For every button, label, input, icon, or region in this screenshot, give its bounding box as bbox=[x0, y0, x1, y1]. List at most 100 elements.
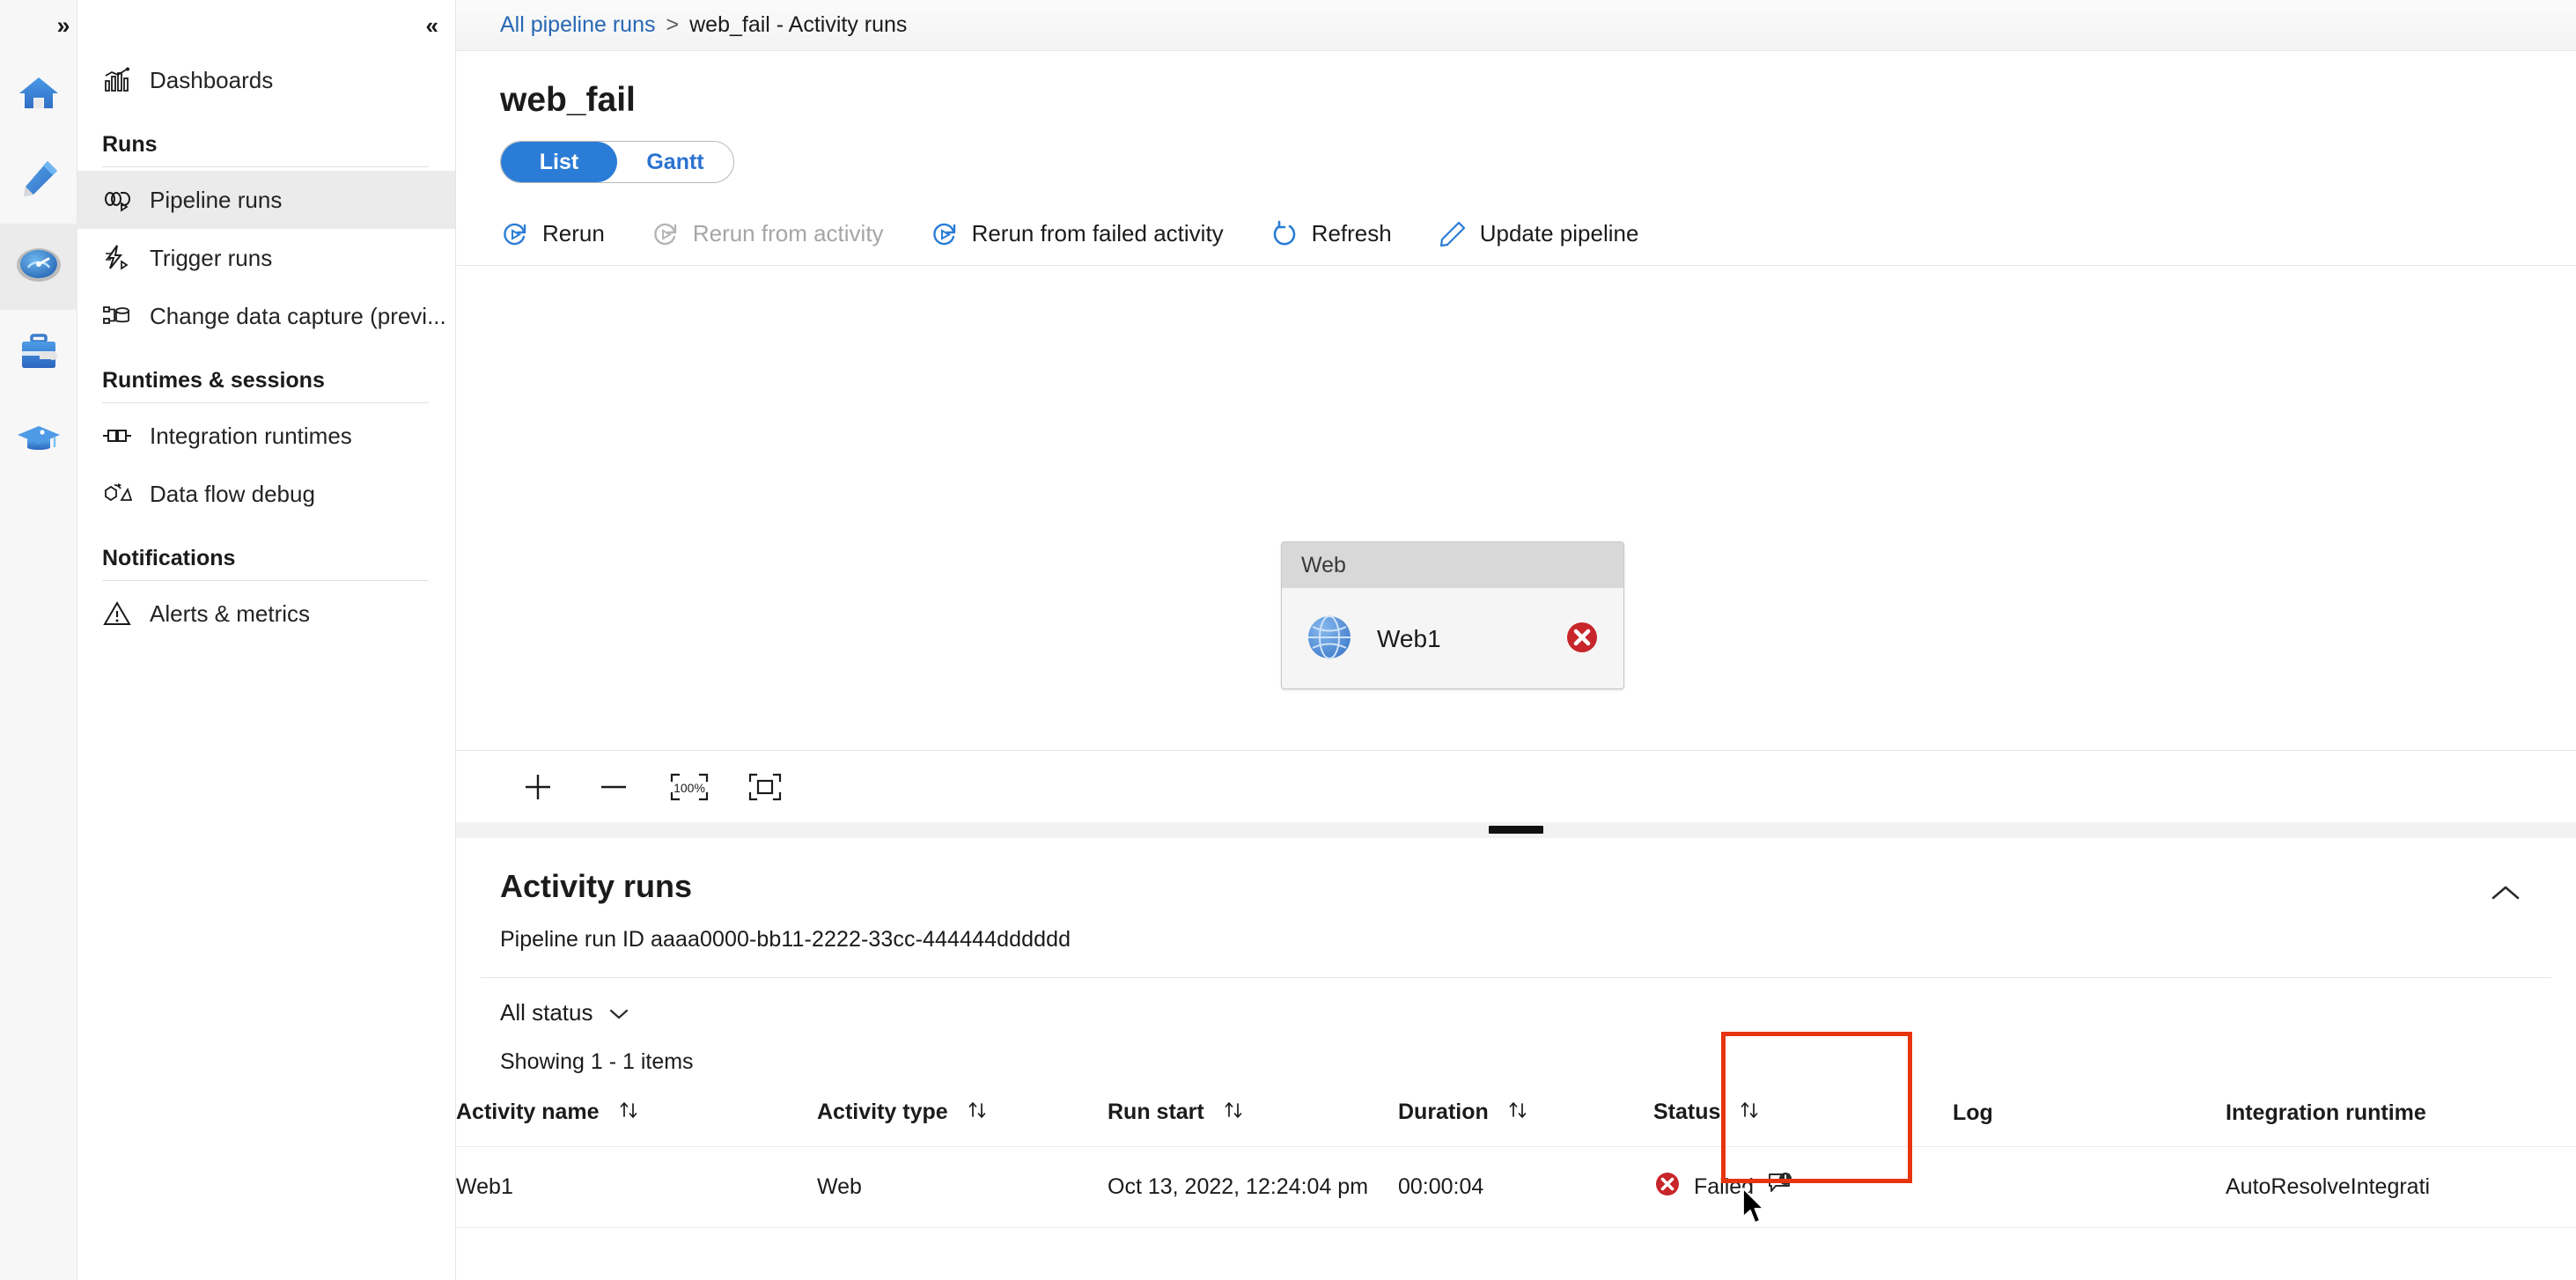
sort-icon bbox=[618, 1100, 641, 1127]
zoom-out-button[interactable] bbox=[576, 751, 651, 822]
rerun-from-activity-icon bbox=[651, 219, 681, 249]
rerun-button[interactable]: Rerun bbox=[500, 202, 628, 265]
node-name-label: Web1 bbox=[1377, 625, 1441, 652]
failed-error-icon[interactable] bbox=[1564, 619, 1601, 660]
sidebar-item-label: Pipeline runs bbox=[150, 186, 283, 213]
breadcrumb-separator-icon: > bbox=[666, 12, 680, 37]
column-label: Log bbox=[1953, 1100, 1993, 1125]
sidebar-item-change-data-capture[interactable]: Change data capture (previ... bbox=[77, 287, 455, 345]
sidebar-item-pipeline-runs[interactable]: Pipeline runs bbox=[77, 171, 455, 229]
gauge-icon bbox=[15, 241, 63, 293]
cell-run-start: Oct 13, 2022, 12:24:04 pm bbox=[1108, 1146, 1398, 1228]
rerun-icon bbox=[500, 219, 530, 249]
rail-item-manage[interactable] bbox=[0, 310, 77, 396]
breadcrumb-all-pipeline-runs-link[interactable]: All pipeline runs bbox=[500, 12, 656, 38]
column-header-duration[interactable]: Duration bbox=[1398, 1091, 1653, 1147]
activity-runs-panel: Activity runs Pipeline run ID aaaa0000-b… bbox=[456, 838, 2576, 1280]
column-label: Status bbox=[1653, 1100, 1721, 1124]
activity-node-web1[interactable]: Web Web1 bbox=[1281, 541, 1624, 689]
alert-triangle-icon bbox=[102, 599, 132, 629]
sidebar-group-title-runs: Runs bbox=[102, 132, 158, 157]
sidebar-item-label: Data flow debug bbox=[150, 480, 315, 507]
rail-item-learn[interactable] bbox=[0, 396, 77, 482]
error-bubble-icon[interactable] bbox=[1766, 1171, 1794, 1203]
dashboards-chart-icon bbox=[102, 65, 132, 95]
sort-icon bbox=[1507, 1100, 1530, 1127]
activity-runs-table: Activity name Activity type Run start Du… bbox=[456, 1091, 2576, 1228]
sidebar-collapse-button[interactable]: « bbox=[77, 0, 455, 51]
cell-activity-type: Web bbox=[817, 1146, 1108, 1228]
sidebar-item-label: Change data capture (previ... bbox=[150, 302, 446, 329]
refresh-button[interactable]: Refresh bbox=[1247, 202, 1415, 265]
toolbox-icon bbox=[16, 328, 62, 379]
edit-pencil-icon bbox=[1438, 219, 1468, 249]
sort-icon bbox=[1223, 1100, 1246, 1127]
rerun-from-activity-label: Rerun from activity bbox=[692, 220, 884, 246]
tab-list[interactable]: List bbox=[501, 142, 617, 182]
data-flow-debug-icon bbox=[102, 479, 132, 509]
pipeline-run-id-value: aaaa0000-bb11-2222-33cc-444444dddddd bbox=[650, 927, 1071, 952]
update-pipeline-button[interactable]: Update pipeline bbox=[1415, 202, 1662, 265]
rerun-from-activity-button: Rerun from activity bbox=[628, 202, 907, 265]
column-label: Run start bbox=[1108, 1100, 1204, 1124]
pipeline-run-id: Pipeline run ID aaaa0000-bb11-2222-33cc-… bbox=[456, 908, 2576, 953]
sidebar-item-data-flow-debug[interactable]: Data flow debug bbox=[77, 465, 455, 523]
column-label: Activity type bbox=[817, 1100, 948, 1124]
column-header-run-start[interactable]: Run start bbox=[1108, 1091, 1398, 1147]
rail-expand-button[interactable]: » bbox=[0, 0, 77, 51]
zoom-level-text: 100% bbox=[673, 781, 705, 795]
section-divider bbox=[481, 977, 2551, 978]
sidebar-divider bbox=[102, 166, 429, 167]
sidebar-group-title-runtimes: Runtimes & sessions bbox=[102, 368, 325, 393]
column-header-activity-name[interactable]: Activity name bbox=[456, 1091, 817, 1147]
sidebar-item-label: Alerts & metrics bbox=[150, 600, 311, 627]
sidebar-item-integration-runtimes[interactable]: Integration runtimes bbox=[77, 407, 455, 465]
tab-gantt[interactable]: Gantt bbox=[617, 142, 733, 182]
showing-count: Showing 1 - 1 items bbox=[500, 1049, 694, 1074]
column-header-activity-type[interactable]: Activity type bbox=[817, 1091, 1108, 1147]
rerun-from-failed-activity-icon bbox=[930, 219, 960, 249]
cell-status: Failed bbox=[1653, 1146, 1953, 1228]
failed-error-icon bbox=[1653, 1170, 1682, 1204]
sidebar-item-trigger-runs[interactable]: Trigger runs bbox=[77, 229, 455, 287]
status-filter-dropdown[interactable]: All status bbox=[500, 999, 630, 1026]
sidebar-item-label: Integration runtimes bbox=[150, 422, 352, 449]
fit-to-screen-button[interactable] bbox=[727, 751, 803, 822]
app-root: » « Dashboards Runs Pipeline runs Trigge… bbox=[0, 0, 2576, 1280]
table-row[interactable]: Web1 Web Oct 13, 2022, 12:24:04 pm 00:00… bbox=[456, 1146, 2576, 1228]
table-header-row: Activity name Activity type Run start Du… bbox=[456, 1091, 2576, 1147]
activity-runs-header: Activity runs bbox=[456, 838, 2576, 908]
column-label: Integration runtime bbox=[2226, 1100, 2426, 1125]
rerun-from-failed-activity-label: Rerun from failed activity bbox=[971, 220, 1224, 246]
sidebar-divider bbox=[102, 402, 429, 403]
node-body: Web1 bbox=[1282, 588, 1623, 688]
node-type-label: Web bbox=[1282, 542, 1623, 588]
zoom-in-button[interactable] bbox=[500, 751, 576, 822]
breadcrumb: All pipeline runs > web_fail - Activity … bbox=[456, 0, 2576, 51]
cell-integration-runtime: AutoResolveIntegrati bbox=[2226, 1146, 2576, 1228]
rail-item-home[interactable] bbox=[0, 51, 77, 137]
refresh-label: Refresh bbox=[1311, 220, 1392, 246]
page-title: web_fail bbox=[500, 81, 636, 119]
sidebar-group-title-notifications: Notifications bbox=[102, 546, 236, 570]
sidebar: « Dashboards Runs Pipeline runs Trigger … bbox=[77, 0, 456, 1280]
update-pipeline-label: Update pipeline bbox=[1479, 220, 1639, 246]
column-header-status[interactable]: Status bbox=[1653, 1091, 1953, 1147]
sidebar-item-alerts-and-metrics[interactable]: Alerts & metrics bbox=[77, 585, 455, 643]
sidebar-item-dashboards[interactable]: Dashboards bbox=[77, 51, 455, 109]
chevron-up-icon[interactable] bbox=[2490, 868, 2521, 908]
lightning-bolt-icon bbox=[102, 243, 132, 273]
refresh-icon bbox=[1270, 219, 1299, 249]
chevron-down-icon bbox=[607, 999, 630, 1026]
sidebar-item-label: Trigger runs bbox=[150, 244, 273, 271]
rerun-from-failed-activity-button[interactable]: Rerun from failed activity bbox=[907, 202, 1247, 265]
zoom-level-button[interactable]: 100% bbox=[651, 751, 727, 822]
view-toggle: List Gantt bbox=[500, 141, 734, 183]
rail-item-monitor[interactable] bbox=[0, 224, 77, 310]
sort-icon bbox=[1739, 1100, 1762, 1127]
status-badge: Failed bbox=[1694, 1174, 1755, 1199]
rail-item-author[interactable] bbox=[0, 137, 77, 224]
column-header-integration-runtime: Integration runtime bbox=[2226, 1091, 2576, 1147]
panel-splitter-handle[interactable] bbox=[456, 822, 2576, 838]
pipeline-canvas[interactable]: Web Web1 bbox=[456, 266, 2576, 750]
